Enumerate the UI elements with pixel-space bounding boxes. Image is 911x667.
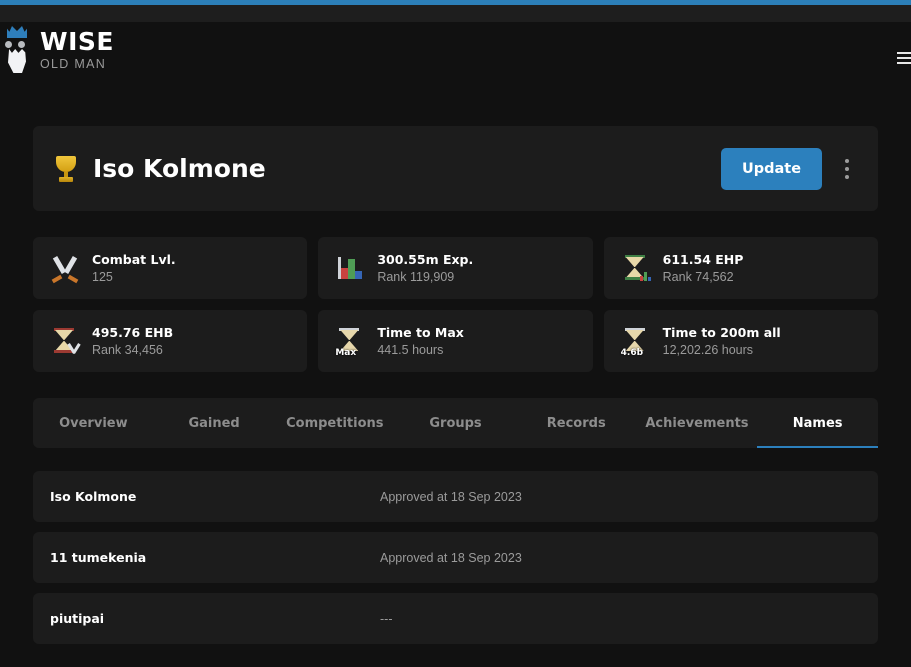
name-value: 11 tumekenia: [50, 550, 147, 565]
stat-value: Rank 119,909: [377, 270, 455, 284]
stat-value: Rank 34,456: [92, 343, 163, 357]
name-status: ---: [380, 611, 393, 626]
hourglass-200m-icon: 4.6b: [620, 327, 650, 358]
player-title-card: Iso Kolmone Update: [33, 126, 878, 211]
tab-names[interactable]: Names: [757, 398, 878, 448]
site-header: WISE OLD MAN: [0, 22, 911, 78]
stat-icon-badge: 4.6b: [620, 348, 644, 358]
brand-subtitle: OLD MAN: [40, 57, 107, 72]
stat-label: 611.54 EHP: [662, 252, 744, 267]
list-item[interactable]: 11 tumekenia Approved at 18 Sep 2023: [33, 532, 878, 583]
brand-title: WISE: [40, 27, 114, 57]
stat-card-combat-level: Combat Lvl. 125: [33, 237, 308, 299]
stat-value: Rank 74,562: [662, 270, 734, 284]
name-value: Iso Kolmone: [50, 489, 137, 504]
name-status: Approved at 18 Sep 2023: [380, 489, 522, 504]
tab-groups[interactable]: Groups: [395, 398, 516, 448]
brand-logo-link[interactable]: WISE OLD MAN: [0, 26, 114, 74]
name-status: Approved at 18 Sep 2023: [380, 550, 522, 565]
stat-value: 125: [92, 270, 113, 284]
hourglass-ehp-icon: [622, 254, 651, 282]
tab-competitions[interactable]: Competitions: [274, 398, 395, 448]
trophy-icon: [53, 154, 79, 184]
list-item[interactable]: piutipai ---: [33, 593, 878, 644]
stat-label: Combat Lvl.: [92, 252, 176, 267]
crossed-swords-icon: [51, 254, 79, 284]
stat-value: 12,202.26 hours: [662, 343, 754, 357]
hourglass-ehb-icon: [51, 327, 81, 355]
tab-overview[interactable]: Overview: [33, 398, 154, 448]
hourglass-max-icon: Max: [335, 327, 364, 358]
stats-grid: Combat Lvl. 125 300.55m Exp. Rank 119,90…: [33, 237, 878, 372]
page-title: Iso Kolmone: [93, 154, 266, 183]
tab-achievements[interactable]: Achievements: [637, 398, 758, 448]
update-button[interactable]: Update: [721, 147, 822, 190]
stat-icon-badge: Max: [335, 348, 357, 358]
name-value: piutipai: [50, 611, 105, 626]
tab-gained[interactable]: Gained: [154, 398, 275, 448]
browser-top-bar: [0, 5, 911, 22]
list-item[interactable]: Iso Kolmone Approved at 18 Sep 2023: [33, 471, 878, 522]
stat-card-time-to-200m-all: 4.6b Time to 200m all 12,202.26 hours: [603, 310, 878, 372]
hamburger-icon[interactable]: [897, 52, 911, 64]
wise-old-man-logo-icon: [3, 26, 31, 74]
stat-card-experience: 300.55m Exp. Rank 119,909: [318, 237, 593, 299]
stat-card-time-to-max: Max Time to Max 441.5 hours: [318, 310, 593, 372]
bar-chart-icon: [336, 254, 364, 282]
kebab-menu-icon[interactable]: [838, 156, 856, 182]
stat-label: 300.55m Exp.: [377, 252, 474, 267]
tab-records[interactable]: Records: [516, 398, 637, 448]
stat-label: Time to Max: [377, 325, 464, 340]
stat-value: 441.5 hours: [377, 343, 444, 357]
tab-bar: Overview Gained Competitions Groups Reco…: [33, 398, 878, 448]
stat-card-ehb: 495.76 EHB Rank 34,456: [33, 310, 308, 372]
stat-label: Time to 200m all: [662, 325, 781, 340]
stat-label: 495.76 EHB: [92, 325, 174, 340]
names-list: Iso Kolmone Approved at 18 Sep 2023 11 t…: [33, 471, 878, 654]
stat-card-ehp: 611.54 EHP Rank 74,562: [603, 237, 878, 299]
